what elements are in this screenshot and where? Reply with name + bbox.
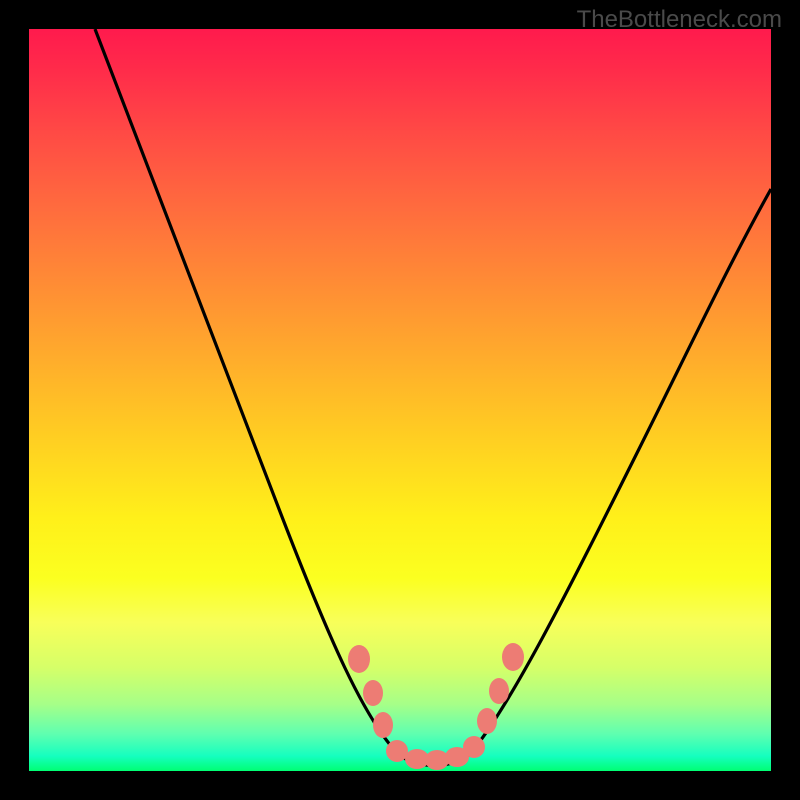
curve-path [95,29,771,766]
chart-frame: TheBottleneck.com [0,0,800,800]
plot-area [29,29,771,771]
watermark-text: TheBottleneck.com [577,6,782,34]
bottleneck-curve [29,29,771,771]
trough-markers [348,643,524,770]
